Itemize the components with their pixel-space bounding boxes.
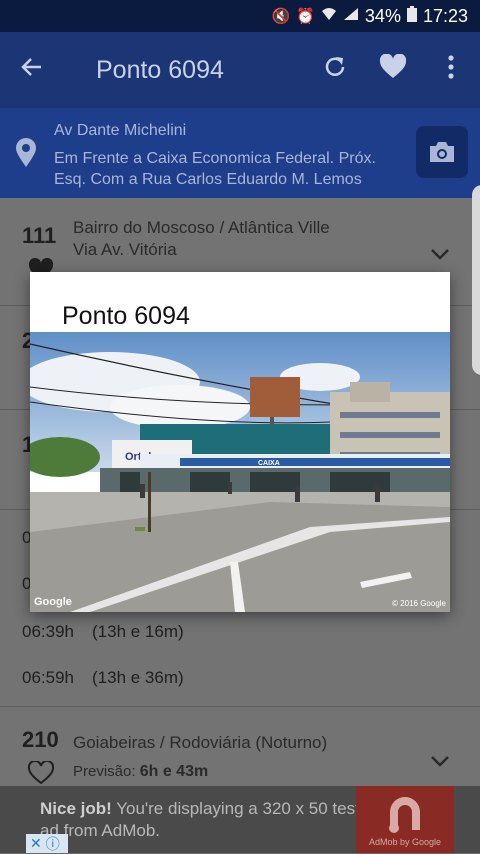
route-number: 111 bbox=[22, 223, 57, 248]
app-bar: Ponto 6094 bbox=[0, 32, 480, 108]
chevron-down-icon[interactable] bbox=[430, 240, 450, 266]
prediction: Previsão: 6h e 43m bbox=[73, 763, 208, 781]
stop-address-panel: Av Dante Michelini Em Frente a Caixa Eco… bbox=[0, 108, 480, 198]
wifi-icon bbox=[321, 7, 337, 25]
photo-copyright: © 2016 Google bbox=[392, 599, 446, 608]
route-number: 210 bbox=[22, 727, 59, 752]
ad-banner[interactable]: Nice job! You're displaying a 320 x 50 t… bbox=[0, 786, 480, 853]
status-bar: 🔇 ⏰ 34% 17:23 bbox=[0, 0, 480, 32]
bank-sign: CAIXA bbox=[258, 460, 280, 467]
ad-text: Nice job! You're displaying a 320 x 50 t… bbox=[40, 798, 360, 842]
time-remaining: (13h e 36m) bbox=[92, 668, 184, 687]
location-pin-icon bbox=[15, 138, 37, 168]
ad-choices[interactable]: ✕ ⓘ bbox=[26, 834, 68, 853]
time-row: 06:39h (13h e 16m) bbox=[22, 622, 184, 642]
route-name: Bairro do Moscoso / Atlântica Ville bbox=[73, 218, 330, 237]
battery-percent: 34% bbox=[364, 5, 401, 26]
address-street: Av Dante Michelini bbox=[54, 122, 187, 139]
address-detail: Em Frente a Caixa Economica Federal. Pró… bbox=[54, 150, 376, 188]
stop-photo-dialog: Ponto 6094 CAIXA Google © 2016 Google bbox=[30, 272, 450, 612]
route-name: Goiabeiras / Rodoviária (Noturno) bbox=[73, 733, 328, 752]
ad-headline: Nice job! bbox=[40, 799, 112, 818]
favorite-heart-icon[interactable] bbox=[364, 52, 422, 87]
heart-outline-icon[interactable] bbox=[27, 759, 55, 785]
camera-button[interactable] bbox=[416, 126, 468, 178]
signal-icon bbox=[343, 7, 359, 25]
info-icon[interactable]: ⓘ bbox=[46, 834, 60, 854]
more-menu-icon[interactable] bbox=[422, 54, 480, 87]
alarm-icon: ⏰ bbox=[296, 8, 315, 25]
refresh-icon[interactable] bbox=[306, 54, 364, 87]
prediction-value: 6h e 43m bbox=[139, 763, 209, 780]
time-remaining: (13h e 16m) bbox=[92, 622, 184, 641]
admob-caption: AdMob by Google bbox=[368, 837, 442, 847]
chevron-down-icon[interactable] bbox=[430, 747, 450, 773]
clock: 17:23 bbox=[422, 5, 468, 26]
page-title: Ponto 6094 bbox=[96, 55, 224, 84]
battery-icon bbox=[406, 6, 417, 26]
departure-time: 06:39h bbox=[22, 622, 74, 641]
dialog-title: Ponto 6094 bbox=[62, 302, 190, 330]
camera-icon bbox=[430, 142, 454, 162]
route-via: Via Av. Vitória bbox=[73, 240, 177, 259]
time-row: 06:59h (13h e 36m) bbox=[22, 668, 184, 688]
admob-logo-icon bbox=[389, 797, 420, 833]
edge-panel-handle[interactable] bbox=[472, 185, 480, 375]
close-icon[interactable]: ✕ bbox=[30, 835, 42, 852]
admob-logo: AdMob by Google bbox=[356, 786, 454, 853]
back-arrow-icon[interactable] bbox=[0, 54, 64, 87]
google-watermark: Google bbox=[34, 596, 72, 608]
prediction-label: Previsão: bbox=[73, 763, 136, 780]
street-view-photo: Ortobom CAIXA bbox=[30, 332, 450, 612]
route-item[interactable]: 210 Goiabeiras / Rodoviária (Noturno) Pr… bbox=[0, 706, 480, 786]
departure-time: 06:59h bbox=[22, 668, 74, 687]
mute-icon: 🔇 bbox=[271, 8, 291, 25]
